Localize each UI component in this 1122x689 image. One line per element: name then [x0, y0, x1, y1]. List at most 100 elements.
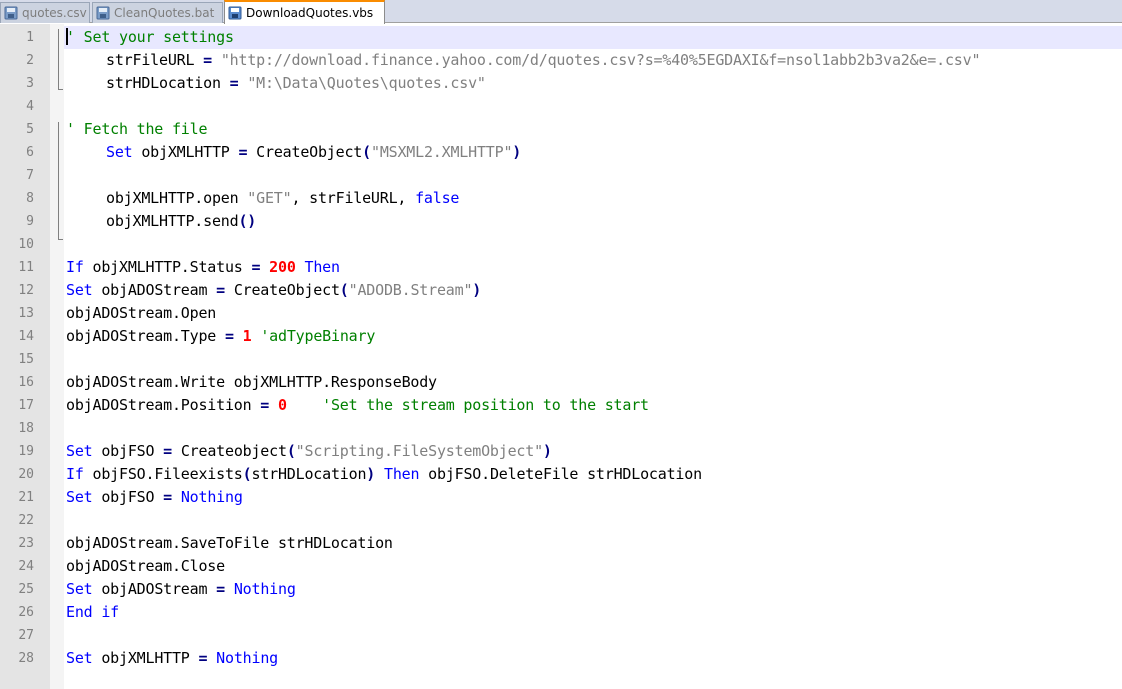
- code-line[interactable]: 26 End if: [0, 601, 1122, 624]
- code-token: strFileURL: [106, 51, 204, 69]
- code-token: Nothing: [180, 488, 243, 506]
- tab-cleanquotes-bat[interactable]: CleanQuotes.bat: [92, 2, 223, 23]
- tab-label: DownloadQuotes.vbs: [246, 6, 374, 20]
- code-line[interactable]: 20 If objFSO.Fileexists(strHDLocation) Th…: [0, 463, 1122, 486]
- code-token: "ADODB.Stream": [348, 281, 473, 299]
- code-line[interactable]: 5 ' Fetch the file: [0, 118, 1122, 141]
- tab-bar: quotes.csv CleanQuotes.bat DownloadQuote…: [0, 0, 1122, 24]
- line-number: 4: [26, 99, 34, 114]
- code-line[interactable]: 23 objADOStream.SaveToFile strHDLocation: [0, 532, 1122, 555]
- code-text: Set objXMLHTTP = Nothing: [66, 647, 278, 670]
- code-text: objXMLHTTP.send(): [106, 210, 256, 233]
- line-number: 17: [18, 398, 34, 413]
- code-line[interactable]: 16 objADOStream.Write objXMLHTTP.Response…: [0, 371, 1122, 394]
- line-number: 6: [26, 145, 34, 160]
- tab-downloadquotes-vbs[interactable]: DownloadQuotes.vbs: [224, 0, 385, 24]
- code-token: =: [163, 442, 172, 460]
- code-lines: 1 ' Set your settings 2 strFileURL = "http:…: [0, 26, 1122, 670]
- code-text: objXMLHTTP.open "GET", strFileURL, false: [106, 187, 459, 210]
- code-token: "MSXML2.XMLHTTP": [370, 143, 513, 161]
- code-line[interactable]: 14 objADOStream.Type = 1 'adTypeBinary: [0, 325, 1122, 348]
- code-token: If: [66, 465, 84, 483]
- code-token: ): [542, 442, 552, 460]
- file-saved-icon: [228, 6, 242, 20]
- code-token: objADOStream.Close: [66, 557, 225, 575]
- line-number: 18: [18, 421, 34, 436]
- code-line[interactable]: 13 objADOStream.Open: [0, 302, 1122, 325]
- code-line[interactable]: 8 objXMLHTTP.open "GET", strFileURL, fals…: [0, 187, 1122, 210]
- code-line[interactable]: 15: [0, 348, 1122, 371]
- code-text: objADOStream.Close: [66, 555, 225, 578]
- file-saved-icon: [4, 6, 18, 20]
- code-line[interactable]: 12 Set objADOStream = CreateObject("ADODB…: [0, 279, 1122, 302]
- code-text: Set objADOStream = CreateObject("ADODB.S…: [66, 279, 481, 302]
- code-line[interactable]: 27: [0, 624, 1122, 647]
- code-token: objXMLHTTP: [132, 143, 239, 161]
- line-number: 16: [18, 375, 34, 390]
- tab-quotes-csv[interactable]: quotes.csv: [0, 2, 90, 23]
- code-text: ' Set your settings: [66, 26, 234, 49]
- code-line[interactable]: 24 objADOStream.Close: [0, 555, 1122, 578]
- code-token: =: [203, 51, 212, 69]
- code-token: Then: [383, 465, 420, 483]
- code-line[interactable]: 6 Set objXMLHTTP = CreateObject("MSXML2.X…: [0, 141, 1122, 164]
- code-token: =: [198, 649, 208, 667]
- line-number: 2: [26, 53, 34, 68]
- line-number: 8: [26, 191, 34, 206]
- code-token: ): [472, 281, 482, 299]
- code-token: ): [366, 465, 376, 483]
- code-text: ' Fetch the file: [66, 118, 207, 141]
- code-line[interactable]: 2 strFileURL = "http://download.finance.y…: [0, 49, 1122, 72]
- line-number: 10: [18, 237, 34, 252]
- line-number: 23: [18, 536, 34, 551]
- tab-label: CleanQuotes.bat: [114, 6, 215, 20]
- code-line[interactable]: 1 ' Set your settings: [0, 26, 1122, 49]
- code-line[interactable]: 18: [0, 417, 1122, 440]
- code-token: =: [251, 258, 261, 276]
- code-text: Set objADOStream = Nothing: [66, 578, 296, 601]
- code-token: "M:\Data\Quotes\quotes.csv": [247, 74, 486, 92]
- code-token: false: [415, 189, 460, 207]
- code-line[interactable]: 3 strHDLocation = "M:\Data\Quotes\quotes.…: [0, 72, 1122, 95]
- code-token: objADOStream.Position: [66, 396, 261, 414]
- code-token: objXMLHTTP.send: [106, 212, 239, 230]
- line-number: 1: [26, 30, 34, 45]
- code-line[interactable]: 17 objADOStream.Position = 0 'Set the str…: [0, 394, 1122, 417]
- code-line[interactable]: 9 objXMLHTTP.send(): [0, 210, 1122, 233]
- code-line[interactable]: 25 Set objADOStream = Nothing: [0, 578, 1122, 601]
- line-number: 27: [18, 628, 34, 643]
- code-token: objADOStream.Open: [66, 304, 217, 322]
- code-token: objFSO.DeleteFile strHDLocation: [419, 465, 702, 483]
- code-line[interactable]: 11 If objXMLHTTP.Status = 200 Then: [0, 256, 1122, 279]
- code-token: 200: [269, 258, 296, 276]
- code-token: Set: [66, 281, 93, 299]
- line-number: 13: [18, 306, 34, 321]
- code-line[interactable]: 22: [0, 509, 1122, 532]
- code-token: Set: [66, 649, 93, 667]
- code-token: objXMLHTTP.open: [106, 189, 248, 207]
- code-line[interactable]: 28 Set objXMLHTTP = Nothing: [0, 647, 1122, 670]
- code-token: Nothing: [216, 649, 278, 667]
- code-text: objADOStream.Write objXMLHTTP.ResponseBo…: [66, 371, 437, 394]
- code-token: objFSO: [92, 442, 164, 460]
- line-number: 24: [18, 559, 34, 574]
- code-text: objADOStream.Type = 1 'adTypeBinary: [66, 325, 375, 348]
- line-number: 3: [26, 76, 34, 91]
- code-token: 0: [277, 396, 287, 414]
- code-line[interactable]: 21 Set objFSO = Nothing: [0, 486, 1122, 509]
- code-token: Set: [66, 442, 93, 460]
- code-line[interactable]: 19 Set objFSO = Createobject("Scripting.F…: [0, 440, 1122, 463]
- file-saved-icon: [96, 6, 110, 20]
- code-editor[interactable]: 1 ' Set your settings 2 strFileURL = "http:…: [0, 24, 1122, 689]
- code-line[interactable]: 10: [0, 233, 1122, 256]
- code-token: =: [238, 143, 248, 161]
- code-line[interactable]: 4: [0, 95, 1122, 118]
- code-token: if: [101, 603, 120, 621]
- code-token: 1: [242, 327, 252, 345]
- code-token: =: [260, 396, 270, 414]
- code-line[interactable]: 7: [0, 164, 1122, 187]
- code-token: objXMLHTTP: [92, 649, 199, 667]
